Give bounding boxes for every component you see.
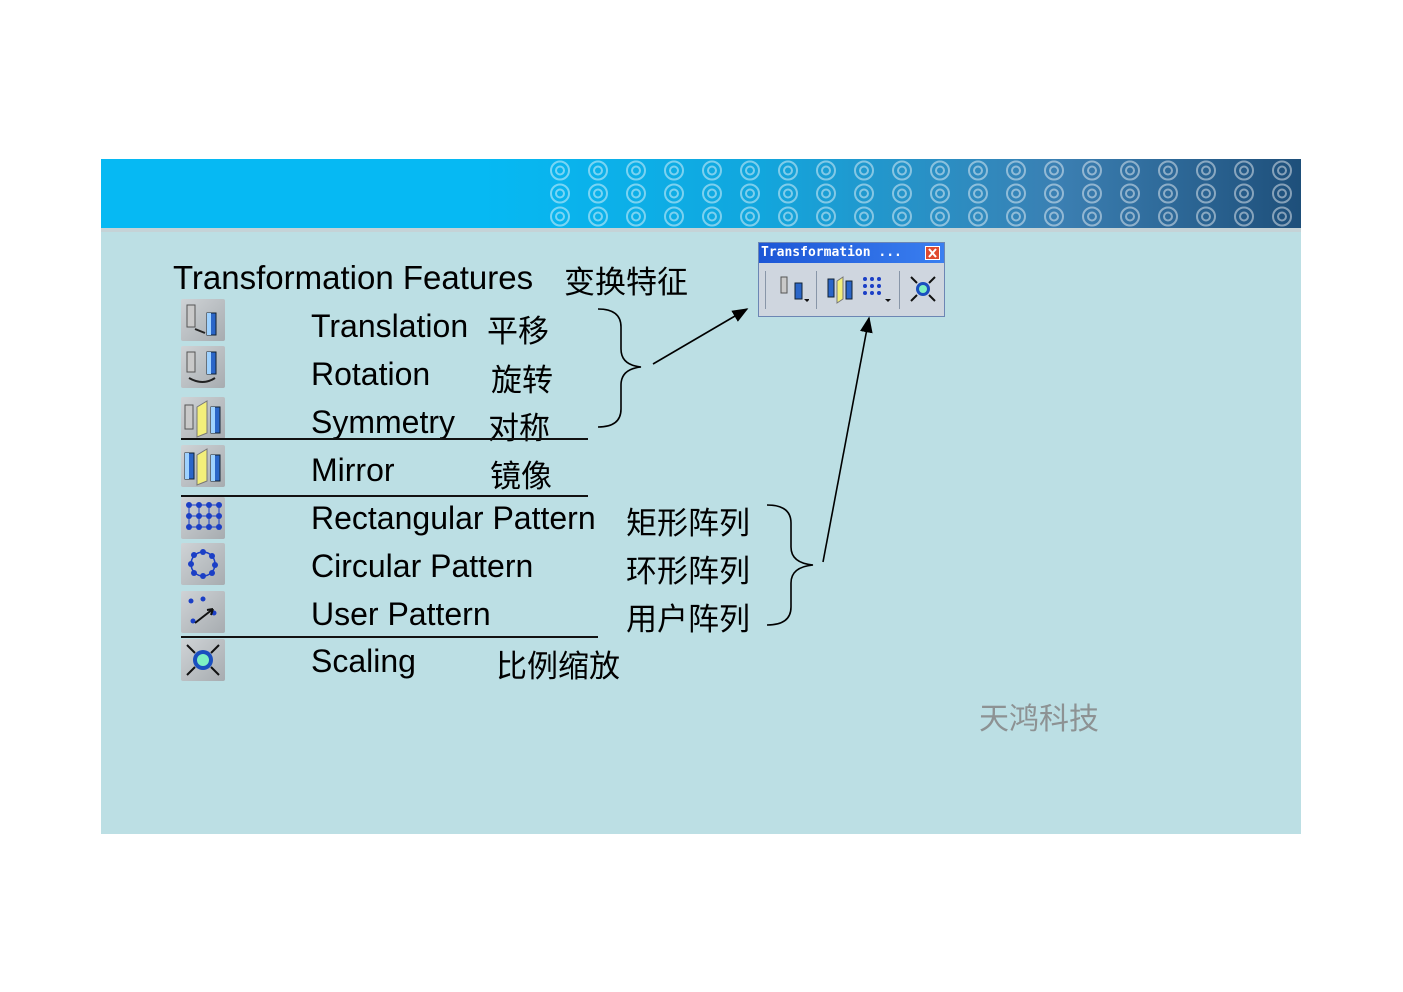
feature-cn-mirror: 镜像: [490, 459, 552, 495]
user-pattern-icon: [181, 591, 225, 633]
toolbar-separator: [816, 271, 817, 309]
brace-upper: [597, 308, 642, 428]
toolbar-mirror-button[interactable]: [825, 273, 857, 305]
feature-cn-translation: 平移: [487, 314, 549, 350]
heading-cn: 变换特征: [564, 265, 688, 301]
swirl-pattern: [541, 159, 1301, 228]
feature-cn-rectangular-pattern: 矩形阵列: [626, 506, 750, 542]
feature-en-symmetry: Symmetry: [311, 404, 455, 440]
toolbar-scaling-button[interactable]: [907, 273, 939, 305]
translation-icon: [181, 299, 225, 341]
circular-pattern-icon: [181, 543, 225, 585]
watermark: 天鸿科技: [979, 702, 1099, 737]
scaling-icon: [181, 639, 225, 681]
header-banner: [101, 159, 1301, 228]
feature-en-translation: Translation: [311, 308, 469, 344]
mirror-icon: [181, 445, 225, 487]
feature-cn-user-pattern: 用户阵列: [626, 602, 750, 638]
feature-en-circular-pattern: Circular Pattern: [311, 548, 534, 584]
close-icon[interactable]: [925, 246, 940, 260]
arrow-upper: [652, 308, 749, 365]
symmetry-icon: [181, 397, 225, 439]
rotation-icon: [181, 346, 225, 388]
feature-en-scaling: Scaling: [311, 643, 416, 679]
slide: Transformation Features 变换特征 Translation…: [101, 159, 1301, 834]
feature-en-rotation: Rotation: [311, 356, 431, 392]
feature-cn-scaling: 比例缩放: [496, 649, 620, 685]
toolbar-rectangular-pattern-button[interactable]: [859, 273, 891, 305]
feature-cn-circular-pattern: 环形阵列: [626, 554, 750, 590]
toolbar-translation-button[interactable]: [777, 273, 810, 305]
feature-cn-symmetry: 对称: [488, 411, 550, 447]
feature-en-mirror: Mirror: [311, 452, 395, 488]
transformation-toolbar[interactable]: Transformation ...: [758, 242, 945, 317]
toolbar-body: [759, 263, 944, 316]
heading-en: Transformation Features: [173, 259, 534, 296]
arrow-lower: [822, 316, 873, 563]
divider: [181, 438, 588, 440]
toolbar-separator: [899, 271, 900, 309]
feature-en-user-pattern: User Pattern: [311, 596, 491, 632]
brace-lower: [766, 504, 814, 626]
divider: [181, 636, 598, 638]
feature-en-rectangular-pattern: Rectangular Pattern: [311, 500, 596, 536]
toolbar-separator: [765, 271, 766, 309]
toolbar-title[interactable]: Transformation ...: [759, 243, 944, 263]
rectangular-pattern-icon: [181, 497, 225, 539]
banner-divider: [101, 228, 1301, 232]
feature-cn-rotation: 旋转: [491, 363, 553, 399]
divider: [181, 495, 588, 497]
